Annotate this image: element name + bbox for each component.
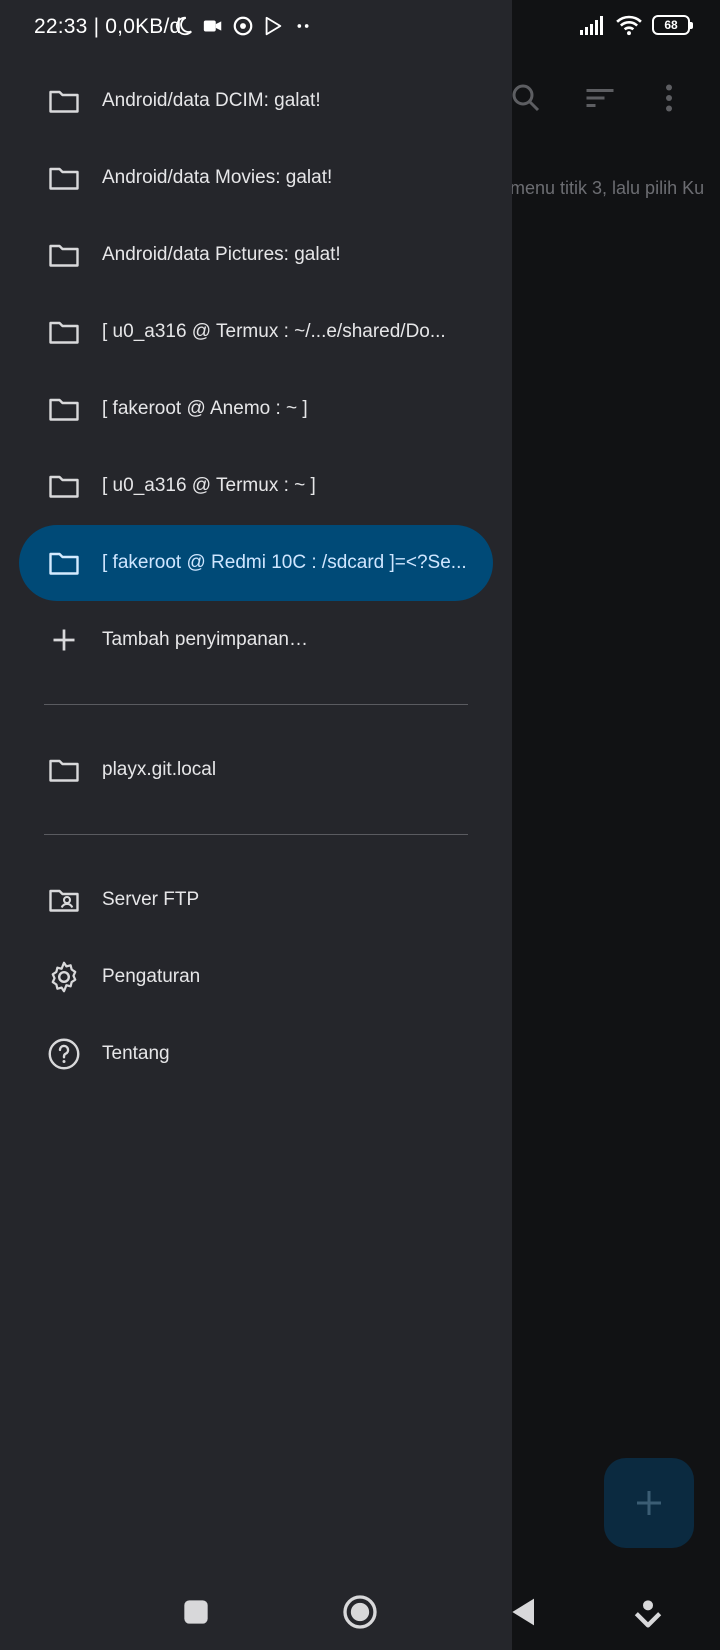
sort-icon[interactable] [582,80,618,116]
more-notifications-icon [297,24,309,28]
storage-item[interactable]: Android/data Movies: galat! [0,139,512,216]
storage-item-label: Android/data Movies: galat! [102,166,333,188]
folder-icon [49,475,79,498]
storage-item-label: [ u0_a316 @ Termux : ~ ] [102,474,316,496]
folder-icon [49,759,79,782]
plus-icon [637,1491,661,1515]
add-storage-label: Tambah penyimpanan… [102,628,308,650]
menu-item-about[interactable]: Tentang [0,1015,512,1092]
chrome-icon [233,16,253,36]
gesture-pull-down-icon[interactable] [628,1592,668,1632]
bookmark-item-label: playx.git.local [102,758,217,780]
signal-icon [580,16,603,35]
storage-item-selected[interactable]: [ fakeroot @ Redmi 10C : /sdcard ]=<?Se.… [0,524,512,601]
moon-icon [175,16,192,36]
folder-icon [49,398,79,421]
battery-indicator: 68 [652,15,693,35]
folder-shared-icon [49,889,79,912]
divider [44,704,468,705]
bookmark-item[interactable]: playx.git.local [0,731,512,808]
more-vert-icon[interactable] [651,80,687,116]
recents-button[interactable] [176,1592,216,1632]
menu-item-settings[interactable]: Pengaturan [0,938,512,1015]
folder-icon [49,244,79,267]
storage-item-label: [ u0_a316 @ Termux : ~/...e/shared/Do... [102,320,446,342]
add-storage-button[interactable]: Tambah penyimpanan… [0,601,512,678]
menu-item-label: Pengaturan [102,965,201,987]
notification-icons [172,15,314,37]
folder-icon [49,167,79,190]
folder-icon [49,321,79,344]
video-camera-icon [203,20,222,32]
storage-item-label: Android/data DCIM: galat! [102,89,321,111]
play-store-icon [265,16,282,36]
menu-item-ftp-server[interactable]: Server FTP [0,861,512,938]
home-button[interactable] [340,1592,380,1632]
storage-item[interactable]: [ fakeroot @ Anemo : ~ ] [0,370,512,447]
storage-item[interactable]: Android/data Pictures: galat! [0,216,512,293]
divider [44,834,468,835]
back-button[interactable] [504,1592,544,1632]
storage-item-label: [ fakeroot @ Redmi 10C : /sdcard ]=<?Se.… [102,551,467,573]
storage-item[interactable]: [ u0_a316 @ Termux : ~ ] [0,447,512,524]
storage-item[interactable]: Android/data DCIM: galat! [0,62,512,139]
drawer-list: Android/data DCIM: galat! Android/data M… [0,62,512,1092]
menu-item-label: Tentang [102,1042,170,1064]
menu-item-label: Server FTP [102,888,200,910]
navigation-bar [0,1576,720,1650]
gear-icon [51,961,77,992]
help-circle-icon [48,1038,80,1069]
search-icon[interactable] [508,80,544,116]
folder-icon [49,552,79,575]
background-hint-text: menu titik 3, lalu pilih Ku [510,178,705,198]
storage-item[interactable]: [ u0_a316 @ Termux : ~/...e/shared/Do... [0,293,512,370]
navigation-drawer: Android/data DCIM: galat! Android/data M… [0,0,512,1650]
storage-item-label: [ fakeroot @ Anemo : ~ ] [102,397,308,419]
status-right-icons: 68 [580,14,693,36]
add-fab-button[interactable] [604,1458,694,1548]
plus-icon [53,629,75,650]
status-bar: 22:33 | 0,0KB/d 68 [0,0,720,54]
status-time: 22:33 | 0,0KB/d [34,15,182,38]
wifi-icon [616,15,642,36]
storage-item-label: Android/data Pictures: galat! [102,243,341,265]
folder-icon [49,90,79,113]
